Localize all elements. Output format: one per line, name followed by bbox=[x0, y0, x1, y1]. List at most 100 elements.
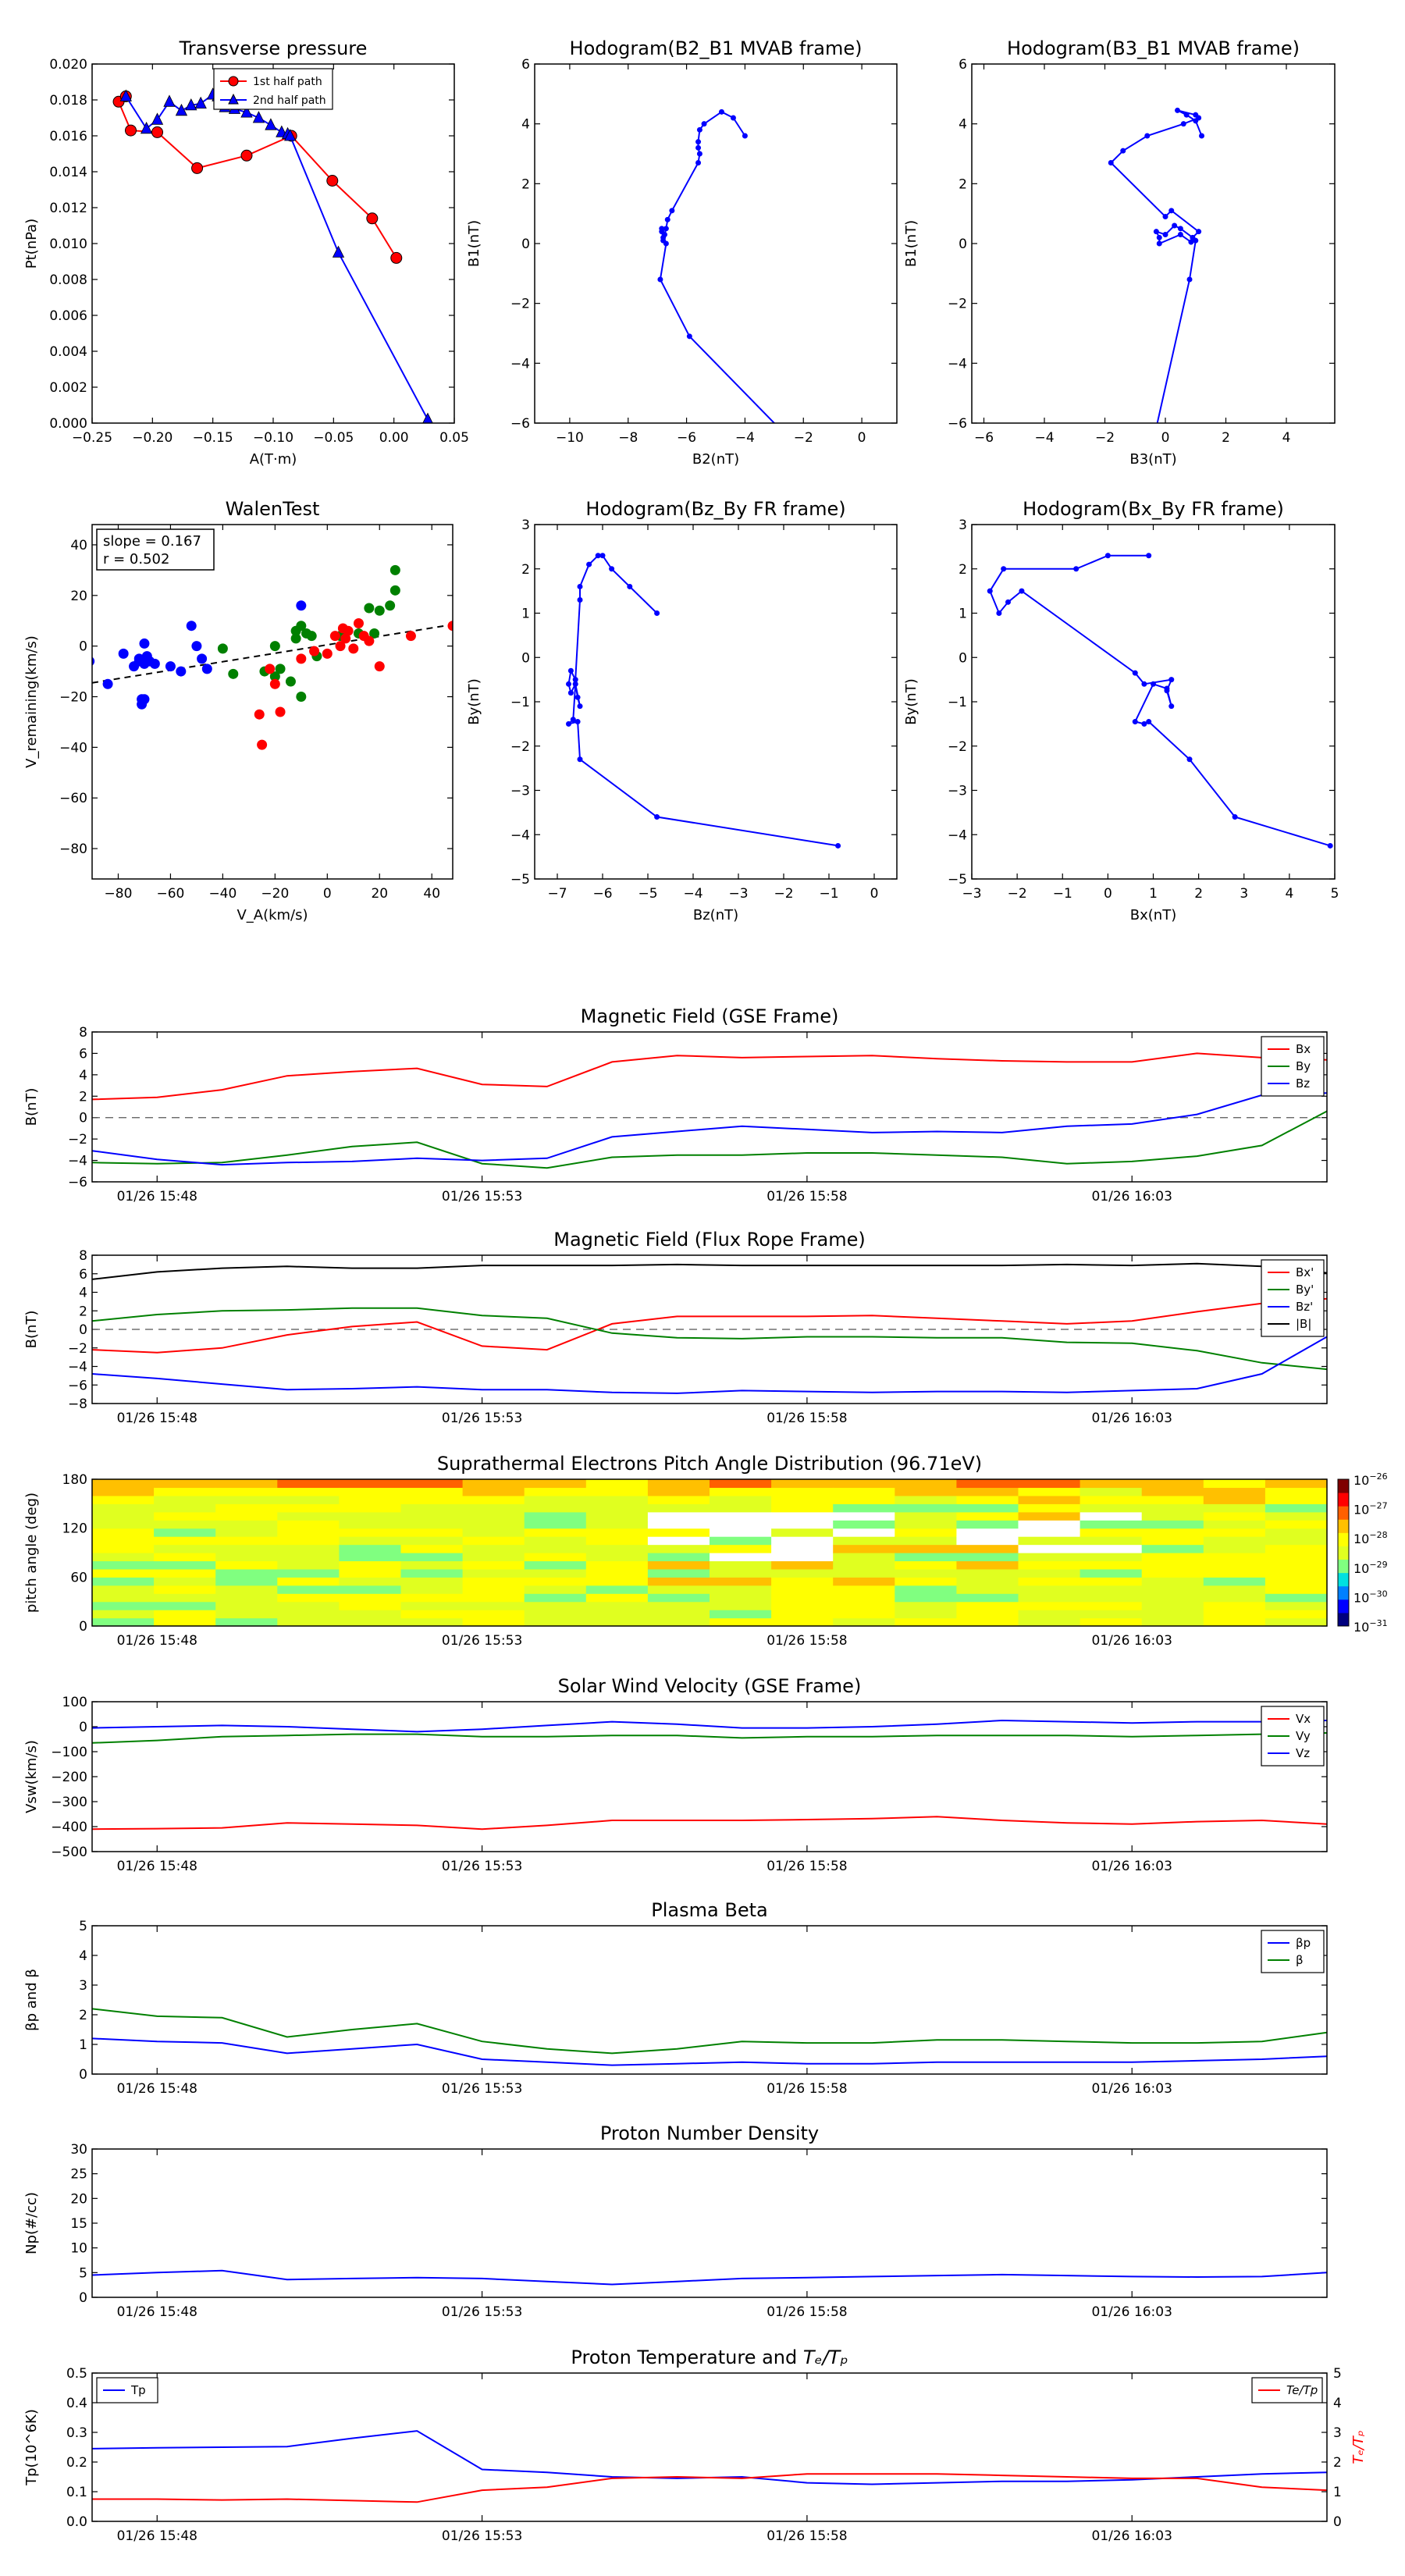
heatmap-cell bbox=[710, 1617, 772, 1627]
data-marker bbox=[730, 115, 736, 121]
heatmap-cell bbox=[92, 1544, 155, 1553]
y-tick-label: 2 bbox=[521, 176, 530, 192]
y-tick-label: −40 bbox=[59, 740, 87, 756]
data-marker bbox=[659, 226, 665, 232]
x-tick-label: −0.15 bbox=[193, 430, 233, 446]
y-tick-label: −3 bbox=[948, 784, 967, 799]
y-axis-label: pitch angle (deg) bbox=[23, 1493, 40, 1613]
time-tick-label: 01/26 16:03 bbox=[1092, 1633, 1172, 1649]
heatmap-cell bbox=[339, 1511, 402, 1521]
heatmap-cell bbox=[895, 1528, 957, 1537]
legend-label: Vz bbox=[1296, 1746, 1310, 1760]
data-marker bbox=[151, 126, 164, 138]
data-marker bbox=[609, 566, 615, 572]
y-tick-label: 1 bbox=[521, 607, 530, 622]
heatmap-cell bbox=[895, 1577, 957, 1586]
scatter-point bbox=[290, 633, 301, 644]
x-tick-label: 0 bbox=[858, 430, 866, 446]
data-marker bbox=[1168, 677, 1175, 683]
scatter-point bbox=[296, 600, 307, 611]
data-marker bbox=[567, 667, 574, 674]
time-tick-label: 01/26 15:53 bbox=[442, 1189, 522, 1204]
y2-tick-label: 2 bbox=[1333, 2455, 1342, 2471]
heatmap-cell bbox=[92, 1560, 155, 1570]
heatmap-cell bbox=[1203, 1617, 1266, 1627]
heatmap-cell bbox=[710, 1479, 772, 1489]
heatmap-cell bbox=[339, 1479, 402, 1489]
y-tick-label: 6 bbox=[79, 1046, 87, 1062]
panel-title: Plasma Beta bbox=[651, 1899, 767, 1921]
y-tick-label: −3 bbox=[510, 784, 530, 799]
heatmap-cell bbox=[1203, 1487, 1266, 1496]
heatmap-cell bbox=[956, 1544, 1019, 1553]
time-tick-label: 01/26 15:48 bbox=[117, 2304, 197, 2320]
x-axis-label: Bz(nT) bbox=[693, 907, 738, 923]
x-tick-label: 3 bbox=[1240, 886, 1248, 902]
heatmap-cell bbox=[462, 1553, 525, 1562]
y-tick-label: 0 bbox=[959, 650, 967, 666]
y-axis-label: By(nT) bbox=[903, 678, 919, 724]
y-tick-label: −2 bbox=[510, 739, 530, 755]
y-tick-label: −2 bbox=[948, 297, 967, 312]
heatmap-cell bbox=[1080, 1511, 1143, 1521]
y-axis-label: B(nT) bbox=[23, 1311, 40, 1349]
x-tick-label: −5 bbox=[638, 886, 657, 902]
heatmap-cell bbox=[833, 1568, 895, 1578]
y-tick-label: −1 bbox=[948, 695, 967, 710]
scatter-point bbox=[389, 564, 400, 575]
data-marker bbox=[574, 719, 581, 725]
heatmap-cell bbox=[524, 1511, 587, 1521]
scatter-point bbox=[137, 694, 148, 705]
heatmap-cell bbox=[956, 1568, 1019, 1578]
legend-label: Vx bbox=[1296, 1712, 1311, 1726]
time-tick-label: 01/26 15:58 bbox=[767, 1633, 847, 1649]
heatmap-cell bbox=[154, 1479, 216, 1489]
data-marker bbox=[566, 681, 571, 687]
y2-tick-label: 5 bbox=[1333, 2366, 1342, 2382]
heatmap-cell bbox=[647, 1577, 710, 1586]
data-marker bbox=[1153, 229, 1159, 235]
heatmap-cell bbox=[1203, 1553, 1266, 1562]
scatter-point bbox=[201, 664, 212, 674]
data-marker bbox=[566, 720, 571, 727]
data-marker bbox=[1168, 208, 1175, 214]
legend-label: Bx bbox=[1296, 1042, 1311, 1056]
heatmap-cell bbox=[400, 1577, 464, 1586]
data-marker bbox=[1177, 226, 1183, 232]
heatmap-cell bbox=[524, 1495, 587, 1504]
data-marker bbox=[1005, 599, 1011, 605]
heatmap-cell bbox=[710, 1528, 772, 1537]
y-tick-label: −60 bbox=[59, 791, 87, 806]
heatmap-cell bbox=[895, 1536, 957, 1546]
scatter-point bbox=[364, 603, 375, 614]
scatter-point bbox=[405, 631, 416, 642]
heatmap-cell bbox=[956, 1593, 1019, 1603]
heatmap-cell bbox=[92, 1479, 155, 1489]
x-tick-label: −0.20 bbox=[132, 430, 173, 446]
heatmap-cell bbox=[647, 1568, 710, 1578]
heatmap-cell bbox=[524, 1610, 587, 1619]
heatmap-cell bbox=[277, 1536, 340, 1546]
y-tick-label: 2 bbox=[79, 1304, 87, 1319]
heatmap-cell bbox=[895, 1511, 957, 1521]
heatmap-cell bbox=[1203, 1610, 1266, 1619]
heatmap-cell bbox=[277, 1568, 340, 1578]
y-tick-label: 20 bbox=[70, 589, 87, 604]
legend-label: Vy bbox=[1296, 1729, 1311, 1743]
panel-title: Solar Wind Velocity (GSE Frame) bbox=[558, 1675, 862, 1697]
heatmap-cell bbox=[833, 1487, 895, 1496]
heatmap-cell bbox=[154, 1495, 216, 1504]
y-tick-label: 0.004 bbox=[49, 344, 87, 360]
data-marker bbox=[701, 121, 707, 127]
scatter-point bbox=[269, 641, 280, 652]
panel-title: Suprathermal Electrons Pitch Angle Distr… bbox=[437, 1453, 982, 1475]
y2-tick-label: 4 bbox=[1333, 2396, 1342, 2411]
scatter-point bbox=[296, 692, 307, 703]
heatmap-cell bbox=[524, 1568, 587, 1578]
data-marker bbox=[577, 756, 583, 763]
heatmap-cell bbox=[647, 1487, 710, 1496]
time-tick-label: 01/26 15:48 bbox=[117, 2528, 197, 2544]
heatmap-cell bbox=[585, 1585, 649, 1594]
x-tick-label: −1 bbox=[1053, 886, 1072, 902]
heatmap-cell bbox=[833, 1560, 895, 1570]
